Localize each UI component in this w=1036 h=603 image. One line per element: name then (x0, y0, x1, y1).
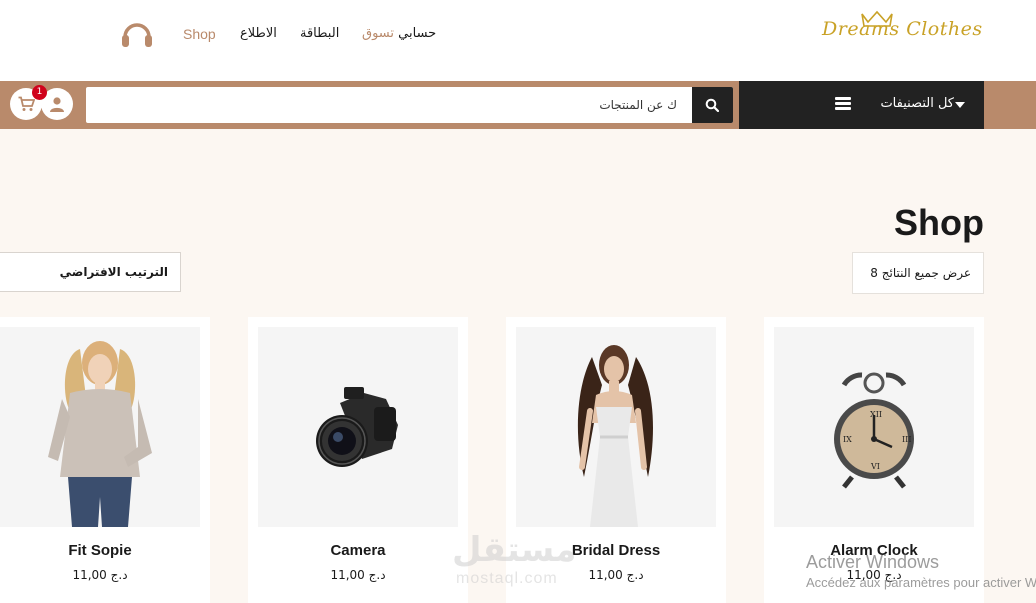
search-button[interactable] (692, 87, 733, 123)
activation-title: Activer Windows (806, 552, 940, 572)
product-image[interactable]: XII III VI IX (774, 327, 974, 527)
search-box (86, 87, 733, 123)
page-title: Shop (894, 202, 984, 243)
windows-activation-overlay: Activer Windows Accédez aux paramètres p… (806, 552, 1036, 590)
caret-down-icon (955, 102, 965, 108)
product-name[interactable]: Camera (248, 542, 468, 559)
all-categories-dropdown[interactable]: كل التصنيفات (739, 81, 984, 129)
mostaql-watermark: مستقل mostaql.com (452, 530, 592, 590)
logo-text: Dreams Clothes (822, 18, 983, 40)
product-name[interactable]: Fit Sopie (0, 542, 210, 559)
nav-card[interactable]: البطاقة (300, 26, 339, 46)
search-icon (705, 98, 719, 112)
alarm-clock-icon: XII III VI IX (834, 372, 914, 489)
result-count: عرض جميع النتائج 8 (852, 252, 984, 294)
product-card[interactable]: Camera د.ج 11,00 (248, 317, 468, 603)
nav-about-label: الاطلاع (240, 26, 277, 41)
nav-shop-ar-label: تسوق (362, 26, 395, 41)
brand-logo[interactable]: Dreams Clothes (822, 8, 982, 60)
product-card[interactable]: Fit Sopie د.ج 11,00 (0, 317, 210, 603)
sweater-model-icon (48, 341, 152, 527)
cart-count-badge: 1 (32, 85, 47, 100)
nav-my-account[interactable]: حسابي تسوق (362, 26, 436, 46)
svg-text:VI: VI (870, 462, 880, 471)
svg-text:IX: IX (843, 435, 852, 444)
top-header: Dreams Clothes حسابي تسوق البطاقة الاطلا… (0, 0, 1036, 81)
watermark-latin: mostaql.com (456, 570, 558, 587)
headset-icon[interactable] (120, 19, 154, 49)
svg-text:III: III (902, 435, 911, 444)
product-price: د.ج 11,00 (330, 568, 386, 582)
camera-icon (316, 387, 398, 467)
user-icon (50, 97, 64, 112)
nav-shop[interactable]: Shop (183, 26, 216, 46)
hamburger-menu-icon (835, 97, 851, 110)
sort-select[interactable]: الترتيب الافتراضي (0, 252, 181, 292)
svg-text:XII: XII (870, 410, 882, 419)
nav-account-label: حسابي (398, 26, 437, 41)
product-price: د.ج 11,00 (72, 568, 128, 582)
cart-icon (18, 96, 35, 111)
activation-subtitle: Accédez aux paramètres pour activer Wind… (806, 575, 1036, 590)
product-image[interactable] (0, 327, 200, 527)
all-categories-label: كل التصنيفات (880, 96, 954, 111)
product-image[interactable] (258, 327, 458, 527)
watermark-arabic: مستقل (452, 530, 577, 570)
search-input[interactable] (86, 87, 691, 123)
nav-about[interactable]: الاطلاع (240, 26, 277, 46)
product-image[interactable] (516, 327, 716, 527)
nav-card-label: البطاقة (300, 26, 340, 41)
bridal-dress-icon (577, 345, 653, 527)
